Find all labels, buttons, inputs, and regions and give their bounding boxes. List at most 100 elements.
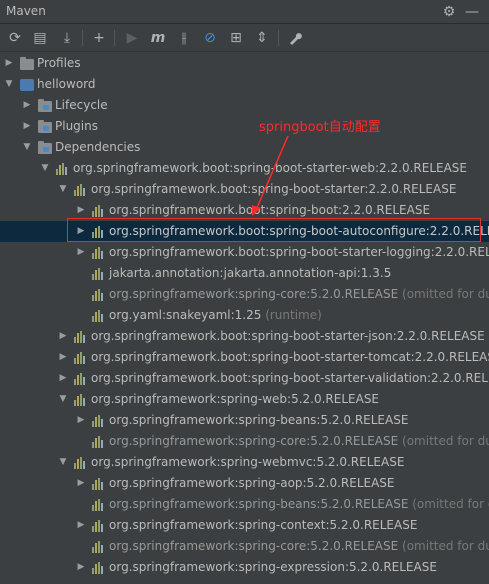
library-icon (74, 352, 88, 364)
annotation-label: springboot自动配置 (259, 120, 381, 135)
tree-row-label: Profiles (37, 56, 81, 70)
library-icon (92, 478, 106, 490)
tree-row-label: org.springframework:spring-core:5.2.0.RE… (109, 431, 489, 452)
tree-row-label: org.springframework:spring-aop:5.2.0.REL… (109, 476, 395, 490)
expanded-arrow-icon[interactable]: ▼ (40, 158, 50, 179)
tree-row[interactable]: org.springframework:spring-core:5.2.0.RE… (0, 536, 489, 557)
tree-row-label: Dependencies (55, 140, 141, 154)
collapsed-arrow-icon[interactable]: ▶ (76, 473, 86, 494)
tree-row-note: (omitted for duplicate) (402, 434, 489, 448)
tree-row[interactable]: org.springframework:spring-core:5.2.0.RE… (0, 431, 489, 452)
tree-row-label: org.springframework:spring-core:5.2.0.RE… (109, 536, 489, 557)
collapsed-arrow-icon[interactable]: ▶ (58, 326, 68, 347)
download-icon[interactable]: ⤓ (57, 28, 77, 48)
tree-row[interactable]: ▶ Profiles (0, 53, 489, 74)
tree-row[interactable]: ▼ org.springframework.boot:spring-boot-st… (0, 179, 489, 200)
tree-row[interactable]: ▼ org.springframework.boot:spring-boot-st… (0, 158, 489, 179)
folder-icon (38, 99, 52, 112)
tree-row-label: Plugins (55, 119, 98, 133)
tree-row-label: org.springframework.boot:spring-boot-sta… (91, 371, 489, 385)
collapsed-arrow-icon[interactable]: ▶ (22, 95, 32, 116)
collapsed-arrow-icon[interactable]: ▶ (76, 242, 86, 263)
collapsed-arrow-icon[interactable]: ▶ (58, 368, 68, 389)
tree-row[interactable]: ▶ org.springframework.boot:spring-boot-st… (0, 242, 489, 263)
tree-row[interactable]: ▶ org.springframework.boot:spring-boot-st… (0, 368, 489, 389)
skip-tests-icon[interactable]: ⊘ (200, 28, 220, 48)
library-icon (92, 247, 106, 259)
tree-row-label: helloword (37, 77, 96, 91)
tree-row[interactable]: org.springframework:spring-beans:5.2.0.R… (0, 494, 489, 515)
tree-row-label: org.springframework:spring-webmvc:5.2.0.… (91, 455, 405, 469)
tree-row[interactable]: ▶ org.springframework:spring-context:5.2.… (0, 515, 489, 536)
toolbar-separator (278, 30, 279, 46)
add-icon[interactable]: + (89, 28, 109, 48)
tree-row[interactable]: ▶ Lifecycle (0, 95, 489, 116)
library-icon (92, 205, 106, 217)
tree-row[interactable]: org.yaml:snakeyaml:1.25 (runtime) (0, 305, 489, 326)
collapsed-arrow-icon[interactable]: ▶ (22, 116, 32, 137)
expanded-arrow-icon[interactable]: ▼ (4, 74, 14, 95)
tree-row-note: (runtime) (261, 308, 322, 322)
annotation-highlight-box (67, 218, 481, 242)
toggle-offline-icon[interactable]: ⫲ (174, 28, 194, 48)
maven-project-tree[interactable]: ▶ Profiles ▼ helloword ▶ Lifecycle ▶ Plugins ▼ De… (0, 53, 489, 584)
maven-goal-icon[interactable]: m (148, 28, 168, 48)
library-icon (74, 394, 88, 406)
settings-wrench-icon[interactable] (285, 28, 305, 48)
maven-toolbar: ⟳ ▤ ⤓ + ▶ m ⫲ ⊘ ⊞ ⇕ (0, 24, 489, 52)
library-icon (92, 310, 106, 322)
expanded-arrow-icon[interactable]: ▼ (22, 137, 32, 158)
tree-row[interactable]: ▼ helloword (0, 74, 489, 95)
tree-row[interactable]: ▼ org.springframework:spring-web:5.2.0.RE… (0, 389, 489, 410)
tree-row-label: org.springframework:spring-context:5.2.0… (109, 518, 418, 532)
library-icon (74, 373, 88, 385)
folder-icon (38, 141, 52, 154)
add-folder-icon[interactable]: ▤ (30, 28, 50, 48)
expanded-arrow-icon[interactable]: ▼ (58, 452, 68, 473)
tree-row-label: org.yaml:snakeyaml:1.25 (runtime) (109, 308, 322, 322)
tree-row-label: org.springframework.boot:spring-boot-sta… (109, 245, 489, 259)
tree-row[interactable]: ▶ org.springframework.boot:spring-boot-st… (0, 326, 489, 347)
collapsed-arrow-icon[interactable]: ▶ (76, 515, 86, 536)
library-icon (56, 163, 70, 175)
tree-row-label: org.springframework.boot:spring-boot-sta… (91, 182, 457, 196)
reload-icon[interactable]: ⟳ (5, 28, 25, 48)
collapsed-arrow-icon[interactable]: ▶ (58, 347, 68, 368)
collapsed-arrow-icon[interactable]: ▶ (4, 53, 14, 74)
tree-row-label: org.springframework:spring-core:5.2.0.RE… (109, 284, 489, 305)
tree-row-label: org.springframework.boot:spring-boot-sta… (91, 329, 485, 343)
tool-window-header: Maven ⚙ — (0, 0, 489, 24)
tool-window-title: Maven (6, 4, 46, 18)
tree-row-note: (omitted for duplicate) (402, 539, 489, 553)
run-icon[interactable]: ▶ (122, 28, 142, 48)
tree-row[interactable]: ▶ org.springframework:spring-aop:5.2.0.RE… (0, 473, 489, 494)
tree-row[interactable]: org.springframework:spring-core:5.2.0.RE… (0, 284, 489, 305)
toolbar-separator (114, 30, 115, 46)
tree-row[interactable]: ▼ org.springframework:spring-webmvc:5.2.0… (0, 452, 489, 473)
expanded-arrow-icon[interactable]: ▼ (58, 389, 68, 410)
gear-icon[interactable]: ⚙ (440, 3, 458, 21)
tree-row[interactable]: ▼ Dependencies (0, 137, 489, 158)
tree-row[interactable]: ▶ org.springframework:spring-beans:5.2.0.… (0, 410, 489, 431)
maven-project-icon (20, 79, 34, 91)
minimize-icon[interactable]: — (463, 3, 481, 21)
show-dependencies-icon[interactable]: ⊞ (226, 28, 246, 48)
library-icon (92, 520, 106, 532)
tree-row-label: org.springframework:spring-beans:5.2.0.R… (109, 494, 489, 515)
expanded-arrow-icon[interactable]: ▼ (58, 179, 68, 200)
tree-row[interactable]: jakarta.annotation:jakarta.annotation-ap… (0, 263, 489, 284)
tree-row-label: org.springframework.boot:spring-boot-sta… (73, 161, 467, 175)
tree-row-note: (omitted for duplicate) (402, 287, 489, 301)
library-icon (74, 331, 88, 343)
tree-row[interactable]: ▶ Plugins (0, 116, 489, 137)
tree-row[interactable]: ▶ org.springframework:spring-expression:5… (0, 557, 489, 578)
tree-row-label: Lifecycle (55, 98, 108, 112)
tree-row[interactable]: ▶ org.springframework.boot:spring-boot-st… (0, 347, 489, 368)
collapsed-arrow-icon[interactable]: ▶ (76, 410, 86, 431)
library-icon (74, 184, 88, 196)
library-icon (92, 436, 106, 448)
collapsed-arrow-icon[interactable]: ▶ (76, 557, 86, 578)
tree-row-note: (omitted for duplicate) (412, 497, 489, 511)
collapse-all-icon[interactable]: ⇕ (252, 28, 272, 48)
library-icon (92, 415, 106, 427)
